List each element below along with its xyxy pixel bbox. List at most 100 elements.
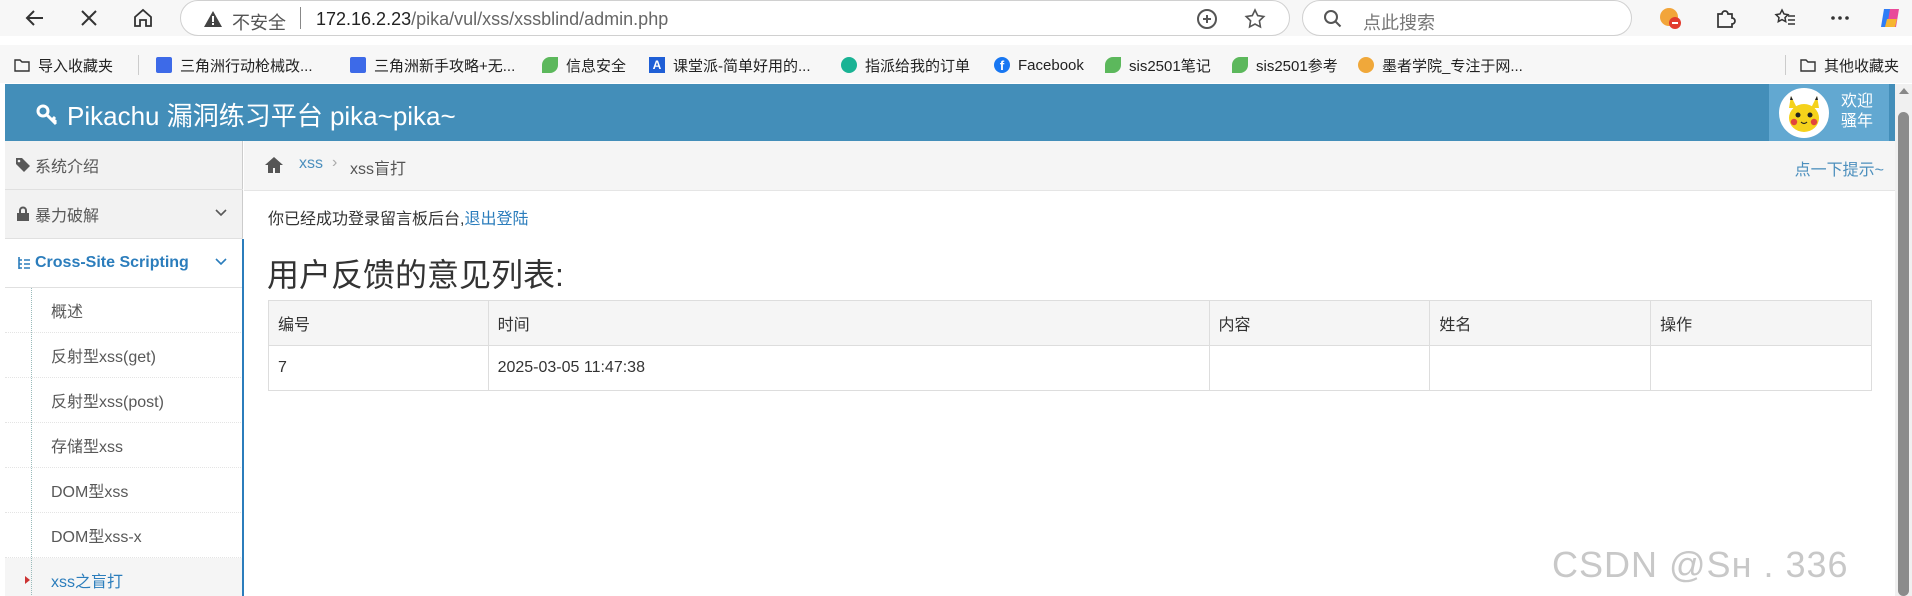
logout-link[interactable]: 退出登陆: [464, 211, 528, 228]
site-title: Pikachu 漏洞练习平台 pika~pika~: [67, 101, 456, 131]
cell-time: 2025-03-05 11:47:38: [487, 345, 1210, 391]
sidebar-subitem-reflected-post[interactable]: 反射型xss(post): [5, 378, 243, 423]
more-dots-icon: [1831, 16, 1849, 20]
sidebar-item-label: 系统介绍: [35, 159, 100, 176]
translate-icon[interactable]: [1195, 7, 1219, 31]
page-title: 用户反馈的意见列表:: [267, 257, 564, 293]
bolt-icon: [841, 57, 857, 73]
sidebar-subitem-label: DOM型xss-x: [51, 529, 142, 546]
address-divider: [300, 7, 301, 29]
favorite-star-icon[interactable]: [1243, 7, 1267, 31]
bookmark-item[interactable]: sis2501笔记: [1105, 54, 1211, 76]
bookmark-item[interactable]: 三角洲新手攻略+无...: [350, 54, 515, 76]
cloud-icon: [1358, 57, 1374, 73]
favorites-button[interactable]: [1770, 3, 1800, 33]
breadcrumb-parent-link[interactable]: xss: [299, 155, 323, 173]
column-header: 编号: [268, 300, 489, 346]
avatar: [1779, 88, 1829, 138]
sidebar-subitem-blind[interactable]: xss之盲打: [5, 558, 243, 596]
scroll-thumb[interactable]: [1898, 112, 1909, 596]
facebook-icon: f: [994, 57, 1010, 73]
sidebar-item-label: 暴力破解: [35, 208, 100, 225]
site-header: Pikachu 漏洞练习平台 pika~pika~ 欢迎 骚年: [5, 84, 1900, 141]
sidebar-subitem-label: xss之盲打: [51, 574, 124, 591]
sidebar-item-bruteforce[interactable]: 暴力破解: [5, 190, 243, 239]
bookmark-item[interactable]: f Facebook: [994, 54, 1084, 76]
cell-action[interactable]: [1650, 345, 1872, 391]
bookmark-item[interactable]: 三角洲行动枪械改...: [156, 54, 313, 76]
home-icon[interactable]: [264, 155, 284, 175]
bookmark-label: 三角洲行动枪械改...: [180, 57, 313, 75]
chevron-down-icon: [215, 209, 227, 217]
bookmark-item[interactable]: sis2501参考: [1232, 54, 1338, 76]
lock-icon: [17, 206, 29, 221]
bookmark-item[interactable]: 指派给我的订单: [841, 54, 970, 76]
scroll-up-arrow-icon[interactable]: [1899, 88, 1909, 94]
bookmark-label: 导入收藏夹: [38, 57, 114, 75]
bookmark-label: 信息安全: [566, 57, 627, 75]
more-button[interactable]: [1825, 3, 1855, 33]
bookmark-label: sis2501笔记: [1129, 57, 1211, 75]
bookmark-import[interactable]: 导入收藏夹: [14, 54, 113, 76]
back-button[interactable]: [20, 3, 50, 33]
sidebar-item-label: Cross-Site Scripting: [35, 254, 189, 271]
hint-link[interactable]: 点一下提示~: [1795, 156, 1884, 180]
bookmark-item[interactable]: 墨者学院_专注于网...: [1358, 54, 1523, 76]
web-page: Pikachu 漏洞练习平台 pika~pika~ 欢迎 骚年 系统介绍 暴力破…: [5, 84, 1900, 596]
welcome-text: 欢迎 骚年: [1841, 92, 1873, 132]
table-row: 7 2025-03-05 11:47:38: [268, 345, 1872, 391]
cell-id: 7: [268, 345, 489, 391]
url-text[interactable]: 172.16.2.23/pika/vul/xss/xssblind/admin.…: [316, 9, 668, 30]
folder-import-icon: [14, 59, 30, 72]
insecure-label[interactable]: 不安全: [232, 9, 286, 35]
arrow-left-icon: [25, 10, 43, 26]
sidebar-subitem-label: 反射型xss(get): [51, 349, 156, 366]
leaf-icon: [1105, 57, 1121, 73]
login-message: 你已经成功登录留言板后台,退出登陆: [268, 205, 528, 229]
user-menu[interactable]: 欢迎 骚年: [1769, 84, 1889, 141]
extension-button[interactable]: [1655, 3, 1685, 33]
column-header: 内容: [1208, 300, 1431, 346]
sidebar-item-xss[interactable]: Cross-Site Scripting: [5, 239, 243, 288]
bookmark-item[interactable]: A 课堂派-简单好用的...: [649, 54, 811, 76]
leaf-icon: [1232, 57, 1248, 73]
extensions-button[interactable]: [1710, 3, 1740, 33]
home-button[interactable]: [128, 3, 158, 33]
column-header: 操作: [1650, 300, 1872, 346]
list-tree-icon: [18, 257, 30, 269]
feedback-table: 编号 时间 内容 姓名 操作 7 2025-03-05 11:47:38: [268, 300, 1872, 391]
warning-icon[interactable]: [203, 9, 223, 29]
active-indicator: [242, 239, 244, 596]
caret-right-icon: [25, 576, 30, 584]
bookmark-divider: [1785, 55, 1786, 75]
copilot-icon: [1881, 9, 1899, 27]
folder-icon: [1800, 59, 1816, 72]
stop-button[interactable]: [74, 3, 104, 33]
login-message-text: 你已经成功登录留言板后台,: [268, 211, 465, 228]
site-brand[interactable]: Pikachu 漏洞练习平台 pika~pika~: [35, 96, 456, 133]
breadcrumb-separator: ›: [332, 154, 338, 171]
search-placeholder: 点此搜索: [1363, 13, 1435, 33]
sidebar-subitem-stored[interactable]: 存储型xss: [5, 423, 243, 468]
sidebar-subitem-dom[interactable]: DOM型xss: [5, 468, 243, 513]
url-path: /pika/vul/xss/xssblind/admin.php: [411, 9, 669, 29]
sidebar-subitem-dom-x[interactable]: DOM型xss-x: [5, 513, 243, 558]
column-header: 时间: [487, 300, 1210, 346]
sidebar-subitem-reflected-get[interactable]: 反射型xss(get): [5, 333, 243, 378]
search-box[interactable]: 点此搜索: [1302, 0, 1632, 36]
sidebar-subitem-label: 概述: [51, 304, 84, 321]
page-scrollbar[interactable]: [1895, 84, 1912, 596]
bookmark-label: 课堂派-简单好用的...: [673, 57, 811, 75]
breadcrumb-current: xss盲打: [350, 161, 407, 178]
tree-line: [31, 288, 32, 596]
sidebar-subitem-overview[interactable]: 概述: [5, 288, 243, 333]
sidebar-item-intro[interactable]: 系统介绍: [5, 141, 243, 190]
extension-badge-icon: [1660, 8, 1681, 29]
other-bookmarks[interactable]: 其他收藏夹: [1800, 54, 1899, 76]
copilot-button[interactable]: [1876, 3, 1906, 33]
bookmark-label: 指派给我的订单: [865, 57, 971, 75]
bookmark-label: 墨者学院_专注于网...: [1382, 57, 1523, 75]
address-bar[interactable]: 不安全 172.16.2.23/pika/vul/xss/xssblind/ad…: [180, 0, 1290, 36]
ketangpai-icon: A: [649, 57, 665, 73]
bookmark-item[interactable]: 信息安全: [542, 54, 626, 76]
